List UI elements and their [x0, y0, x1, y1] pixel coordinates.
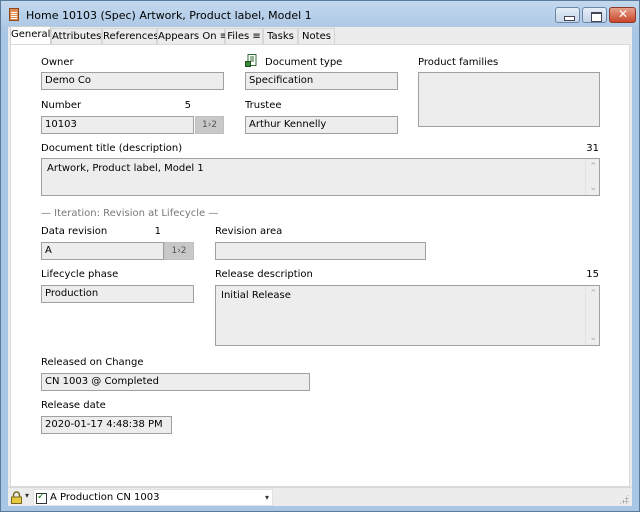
scroll-up-icon[interactable]: ⌃ — [589, 162, 597, 172]
tab-references[interactable]: References — [102, 28, 159, 45]
window: Home 10103 (Spec) Artwork, Product label… — [0, 0, 640, 512]
document-type-icon — [245, 54, 257, 67]
status-bar: ▾ A Production CN 1003 ▾ — [8, 487, 632, 506]
released-on-change-label: Released on Change — [41, 357, 144, 368]
scroll-down-icon[interactable]: ⌄ — [589, 183, 597, 193]
tab-attributes[interactable]: Attributes — [51, 28, 102, 45]
document-title-value: Artwork, Product label, Model 1 — [47, 163, 204, 174]
iteration-section-header: — Iteration: Revision at Lifecycle — — [41, 208, 219, 219]
tab-bar: General Attributes References Appears On… — [8, 26, 632, 46]
number-label: Number — [41, 100, 82, 111]
tab-tasks[interactable]: Tasks — [263, 28, 298, 45]
tab-notes[interactable]: Notes — [298, 28, 335, 45]
tab-general[interactable]: General — [10, 26, 51, 46]
lifecycle-phase-label: Lifecycle phase — [41, 269, 119, 280]
data-revision-count: 1 — [154, 226, 161, 237]
data-revision-label: Data revision — [41, 226, 108, 237]
general-page: Owner Demo Co Document type Specificatio… — [10, 44, 630, 487]
iteration-selector[interactable]: A Production CN 1003 ▾ — [33, 489, 273, 506]
lock-dropdown-arrow-icon[interactable]: ▾ — [25, 491, 29, 500]
data-revision-sequence-button[interactable]: 1›2 — [164, 242, 194, 260]
document-title-field[interactable]: Artwork, Product label, Model 1 ⌃ ⌄ — [41, 158, 600, 196]
owner-label: Owner — [41, 57, 74, 68]
release-description-count: 15 — [586, 269, 599, 280]
close-button[interactable] — [609, 7, 636, 23]
trustee-field[interactable]: Arthur Kennelly — [245, 116, 398, 134]
title-bar[interactable]: Home 10103 (Spec) Artwork, Product label… — [1, 1, 639, 27]
product-families-label: Product families — [418, 57, 499, 68]
number-sequence-button[interactable]: 1›2 — [195, 116, 224, 134]
lock-icon[interactable] — [11, 491, 22, 504]
revision-area-field[interactable] — [215, 242, 426, 260]
product-families-field[interactable] — [418, 72, 600, 127]
release-description-field[interactable]: Initial Release ⌃ ⌄ — [215, 285, 600, 346]
iteration-selector-value: A Production CN 1003 — [50, 492, 160, 503]
checkbox-checked-icon[interactable] — [36, 491, 47, 504]
document-type-field[interactable]: Specification — [245, 72, 398, 90]
release-date-label: Release date — [41, 400, 106, 411]
release-description-scrollbar[interactable]: ⌃ ⌄ — [585, 286, 599, 345]
revision-area-label: Revision area — [215, 226, 283, 237]
data-revision-field[interactable]: A — [41, 242, 164, 260]
resize-grip-icon[interactable] — [619, 494, 629, 504]
document-title-label: Document title (description) — [41, 143, 183, 154]
maximize-button[interactable] — [582, 7, 607, 23]
released-on-change-field[interactable]: CN 1003 @ Completed — [41, 373, 310, 391]
document-title-count: 31 — [586, 143, 599, 154]
document-icon — [9, 8, 19, 21]
document-title-scrollbar[interactable]: ⌃ ⌄ — [585, 159, 599, 195]
owner-field[interactable]: Demo Co — [41, 72, 224, 90]
scroll-down-icon[interactable]: ⌄ — [589, 333, 597, 343]
number-field[interactable]: 10103 — [41, 116, 194, 134]
release-date-field[interactable]: 2020-01-17 4:48:38 PM — [41, 416, 172, 434]
scroll-up-icon[interactable]: ⌃ — [589, 289, 597, 299]
release-description-value: Initial Release — [221, 290, 291, 301]
document-type-label: Document type — [265, 57, 343, 68]
lifecycle-phase-field[interactable]: Production — [41, 285, 194, 303]
number-count: 5 — [184, 100, 191, 111]
release-description-label: Release description — [215, 269, 313, 280]
tab-files[interactable]: Files ≡ — [225, 28, 263, 45]
window-title: Home 10103 (Spec) Artwork, Product label… — [26, 9, 312, 22]
client-area: General Attributes References Appears On… — [8, 26, 632, 506]
tab-appears-on[interactable]: Appears On ≡ — [157, 28, 228, 45]
trustee-label: Trustee — [245, 100, 282, 111]
minimize-button[interactable] — [555, 7, 580, 23]
chevron-down-icon[interactable]: ▾ — [265, 493, 269, 502]
